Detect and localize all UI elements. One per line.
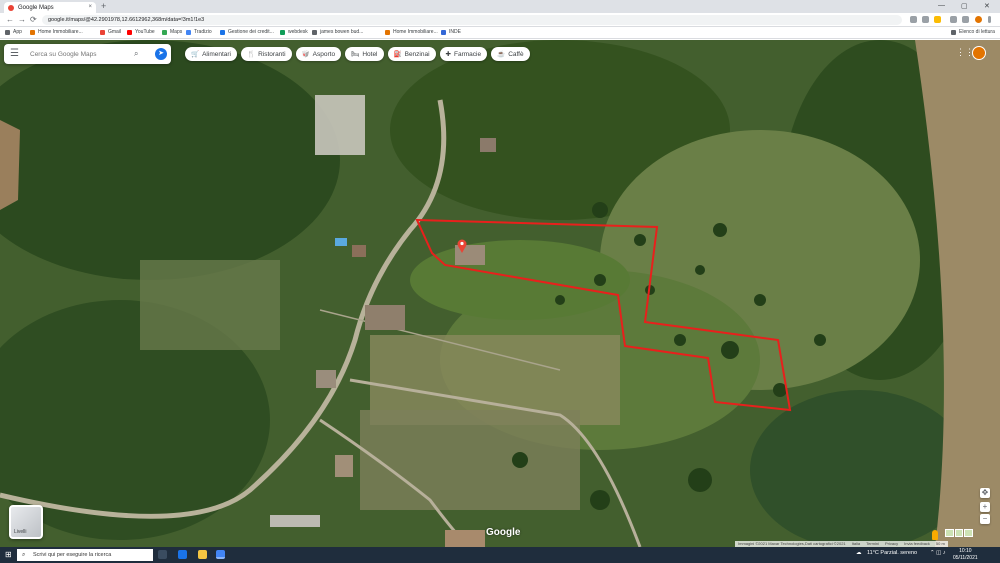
chip-farmacie[interactable]: ✚ Farmacie	[439, 47, 488, 61]
chip-label: Asporto	[312, 50, 336, 58]
taskbar-clock[interactable]: 10:10 05/11/2021	[953, 548, 978, 562]
chip-icon: 🥡	[301, 51, 310, 58]
bookmark-item[interactable]: YouTube	[127, 29, 155, 35]
chip-icon: 🍴	[247, 51, 256, 58]
bookmark-item[interactable]: webdesk	[280, 29, 308, 35]
bookmark-item[interactable]: Home Immobiliare...	[30, 29, 83, 35]
zoom-icon[interactable]	[922, 16, 929, 23]
compass-icon[interactable]: ✥	[980, 488, 990, 498]
maps-search-input[interactable]	[30, 48, 130, 60]
tab-google-maps[interactable]: Google Maps ×	[4, 2, 96, 13]
hamburger-menu-icon[interactable]: ☰	[10, 49, 19, 59]
chip-icon: ✚	[445, 51, 451, 58]
bookmark-item[interactable]: Tradizio	[186, 29, 212, 35]
bookmark-favicon-icon	[220, 29, 225, 35]
puzzle-icon[interactable]	[962, 16, 969, 23]
bookmark-favicon-icon	[280, 29, 285, 35]
edge-icon[interactable]	[178, 550, 187, 559]
forward-button[interactable]: →	[18, 15, 26, 24]
chip-caffè[interactable]: ☕ Caffè	[491, 47, 530, 61]
chip-label: Ristoranti	[258, 50, 286, 58]
task-view-icon[interactable]	[158, 550, 167, 559]
bookmark-favicon-icon	[441, 29, 446, 35]
bookmark-apps[interactable]: App	[5, 29, 22, 35]
chrome-menu-icon[interactable]	[988, 16, 991, 23]
bookmark-item[interactable]: Gmail	[100, 29, 121, 35]
imagery-thumbnails[interactable]	[945, 529, 974, 537]
weather-label[interactable]: 11°C Parzial. sereno	[867, 550, 917, 556]
pegman-icon[interactable]	[932, 530, 938, 540]
chip-hotel[interactable]: 🛏 Hotel	[345, 47, 384, 61]
clock-time: 10:10	[959, 548, 972, 554]
chip-icon: 🛏	[351, 51, 360, 58]
maps-favicon-icon	[8, 4, 14, 11]
chip-icon: ☕	[497, 51, 506, 58]
url-field[interactable]: google.it/maps/@42.2901978,12.6612962,36…	[42, 15, 902, 25]
bookmark-favicon-icon	[100, 29, 105, 35]
chip-label: Caffè	[508, 50, 524, 58]
file-explorer-icon[interactable]	[198, 550, 207, 559]
bookmark-star-icon[interactable]	[934, 16, 941, 23]
chip-icon: ⛽	[393, 51, 402, 58]
apps-grid-icon	[5, 29, 10, 35]
tab-title: Google Maps	[18, 4, 54, 11]
bookmark-item[interactable]: Gestione dei credit...	[220, 29, 274, 35]
back-button[interactable]: ←	[6, 15, 14, 24]
profile-avatar-icon[interactable]	[975, 16, 982, 23]
chip-label: Hotel	[362, 50, 378, 58]
address-toolbar: ← → ⟳ google.it/maps/@42.2901978,12.6612…	[0, 13, 1000, 27]
zoom-in-button[interactable]: +	[980, 502, 990, 512]
bookmark-favicon-icon	[385, 29, 390, 35]
bookmark-item[interactable]: Maps	[162, 29, 182, 35]
bookmark-item[interactable]: james bowen bud...	[312, 29, 363, 35]
taskbar-search-field[interactable]: ⌕ Scrivi qui per eseguire la ricerca	[17, 549, 153, 561]
bookmark-reading-list[interactable]: Elenco di lettura	[951, 29, 995, 35]
directions-icon[interactable]: ➤	[155, 48, 167, 60]
reload-button[interactable]: ⟳	[30, 15, 37, 24]
chip-asporto[interactable]: 🥡 Asporto	[295, 47, 342, 61]
map-satellite-view[interactable]: ☰ ⌕ ➤ 🛒Alimentari🍴Ristoranti🥡Asporto🛏Hot…	[0, 40, 1000, 547]
minimize-button[interactable]: —	[938, 2, 945, 9]
windows-taskbar: ⊞ ⌕ Scrivi qui per eseguire la ricerca ☁…	[0, 547, 1000, 563]
bookmarks-bar: App Home Immobiliare... Gmail YouTube Maps T…	[0, 27, 1000, 39]
chip-label: Benzinai	[404, 50, 430, 58]
layers-toggle[interactable]: Livelli	[9, 505, 43, 539]
new-tab-button[interactable]: +	[101, 2, 106, 11]
tab-close-icon[interactable]: ×	[88, 4, 92, 10]
account-avatar[interactable]	[972, 46, 986, 60]
bookmark-favicon-icon	[162, 29, 167, 35]
extensions-icon[interactable]	[950, 16, 957, 23]
bookmark-item[interactable]: INDE	[441, 29, 461, 35]
bookmark-favicon-icon	[30, 29, 35, 35]
layers-label: Livelli	[14, 529, 27, 535]
chip-ristoranti[interactable]: 🍴 Ristoranti	[241, 47, 292, 61]
close-window-button[interactable]: ✕	[984, 2, 990, 10]
bookmark-favicon-icon	[127, 29, 132, 35]
google-logo: Google	[486, 527, 521, 538]
reading-list-icon	[951, 29, 956, 35]
system-tray-icons[interactable]: ⌃ ◫ ♪	[930, 550, 946, 556]
bookmark-favicon-icon	[312, 29, 317, 35]
install-app-icon[interactable]	[910, 16, 917, 23]
taskbar-search-placeholder: Scrivi qui per eseguire la ricerca	[33, 552, 112, 558]
bookmark-item[interactable]: Home Immobiliare...	[385, 29, 438, 35]
category-chips: 🛒 Alimentari 🍴 Ristoranti 🥡 Asporto 🛏 Hotel ⛽ Ben…	[185, 47, 530, 61]
zoom-out-button[interactable]: −	[980, 514, 990, 524]
chip-icon: 🛒	[191, 51, 200, 58]
start-button[interactable]: ⊞	[5, 551, 12, 559]
browser-tab-strip: Google Maps × + — ▢ ✕	[0, 0, 1000, 13]
search-icon: ⌕	[22, 552, 26, 558]
search-icon[interactable]: ⌕	[134, 49, 138, 58]
chip-alimentari[interactable]: 🛒 Alimentari	[185, 47, 237, 61]
chip-label: Farmacie	[454, 50, 482, 58]
clock-date: 05/11/2021	[953, 555, 978, 561]
bookmark-favicon-icon	[186, 29, 191, 35]
chrome-icon[interactable]	[216, 550, 225, 559]
maps-search-box: ☰ ⌕ ➤	[4, 44, 171, 64]
maximize-button[interactable]: ▢	[961, 2, 968, 10]
chip-benzinai[interactable]: ⛽ Benzinai	[387, 47, 436, 61]
satellite-imagery	[0, 40, 1000, 547]
chip-label: Alimentari	[202, 50, 231, 58]
weather-icon[interactable]: ☁	[856, 550, 862, 556]
